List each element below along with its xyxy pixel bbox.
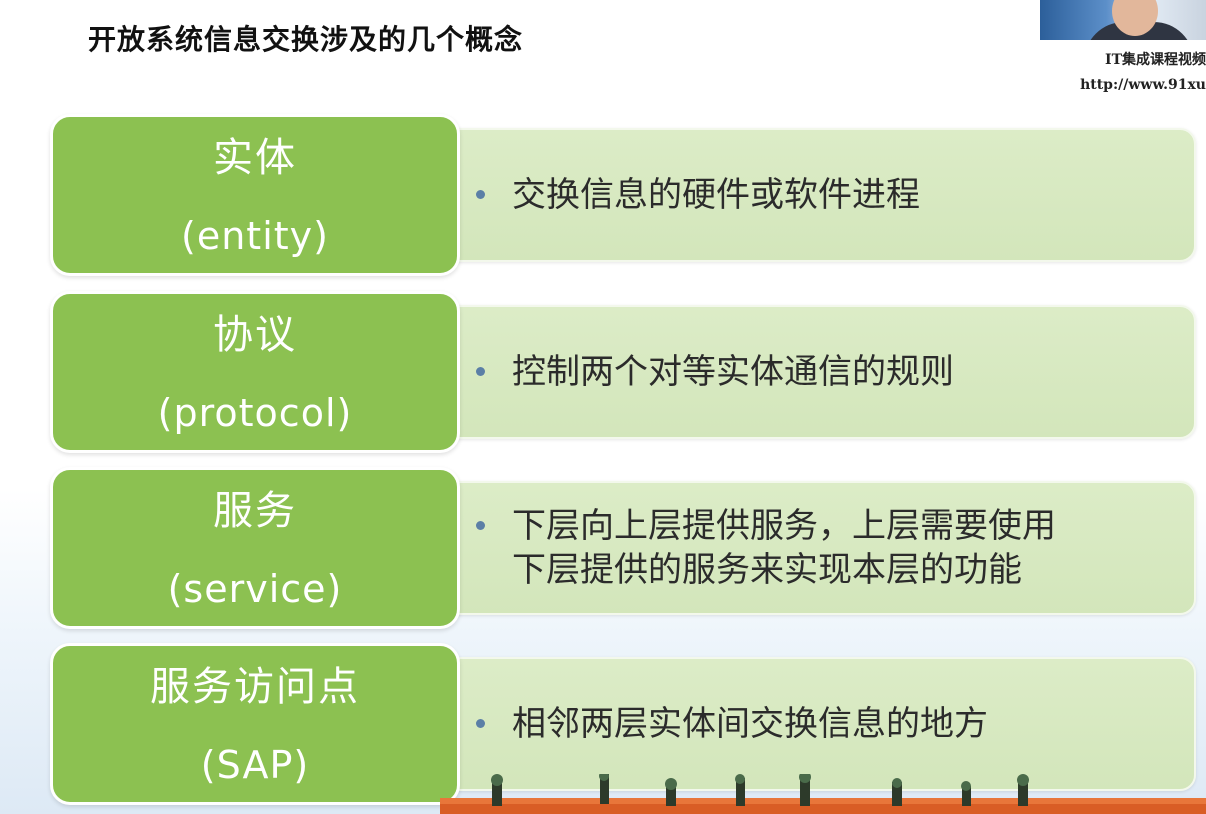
decorative-illustration: [440, 774, 1206, 814]
watermark-line-1: IT集成课程视频: [1105, 52, 1206, 68]
page-title: 开放系统信息交换涉及的几个概念: [88, 23, 524, 56]
term-box: 服务访问点 (SAP): [50, 643, 460, 805]
term-box: 协议 (protocol): [50, 291, 460, 453]
description-text: 控制两个对等实体通信的规则: [512, 307, 1154, 437]
watermark: IT集成课程视频 http://www.91xu: [1036, 48, 1206, 98]
concept-row-entity: 实体 (entity) 交换信息的硬件或软件进程: [50, 114, 1196, 276]
description-line: 交换信息的硬件或软件进程: [512, 175, 920, 215]
description-box: 相邻两层实体间交换信息的地方: [454, 657, 1196, 791]
description-line: 相邻两层实体间交换信息的地方: [512, 704, 988, 744]
term-chinese: 协议: [213, 312, 297, 358]
description-box: 下层向上层提供服务，上层需要使用 下层提供的服务来实现本层的功能: [454, 481, 1196, 615]
term-chinese: 服务访问点: [150, 664, 360, 710]
bullet-dot-icon: [476, 719, 485, 728]
watermark-line-2: http://www.91xu: [1080, 77, 1206, 93]
term-chinese: 实体: [213, 135, 297, 181]
term-box: 服务 (service): [50, 467, 460, 629]
description-line: 下层提供的服务来实现本层的功能: [512, 550, 1022, 590]
term-english: (entity): [181, 214, 329, 258]
presenter-camera: [1040, 0, 1206, 40]
description-box: 交换信息的硬件或软件进程: [454, 128, 1196, 262]
term-english: (protocol): [157, 391, 353, 435]
bullet-dot-icon: [476, 190, 485, 199]
description-text: 交换信息的硬件或软件进程: [512, 130, 1154, 260]
term-english: (SAP): [200, 743, 310, 787]
description-line: 下层向上层提供服务，上层需要使用: [512, 506, 1056, 546]
concept-row-protocol: 协议 (protocol) 控制两个对等实体通信的规则: [50, 291, 1196, 453]
description-line: 控制两个对等实体通信的规则: [512, 352, 954, 392]
bullet-dot-icon: [476, 367, 485, 376]
bullet-dot-icon: [476, 521, 485, 530]
term-english: (service): [167, 567, 343, 611]
term-box: 实体 (entity): [50, 114, 460, 276]
description-text: 下层向上层提供服务，上层需要使用 下层提供的服务来实现本层的功能: [512, 483, 1154, 613]
description-text: 相邻两层实体间交换信息的地方: [512, 659, 1154, 789]
term-chinese: 服务: [213, 488, 297, 534]
concept-row-service: 服务 (service) 下层向上层提供服务，上层需要使用 下层提供的服务来实现…: [50, 467, 1196, 629]
description-box: 控制两个对等实体通信的规则: [454, 305, 1196, 439]
